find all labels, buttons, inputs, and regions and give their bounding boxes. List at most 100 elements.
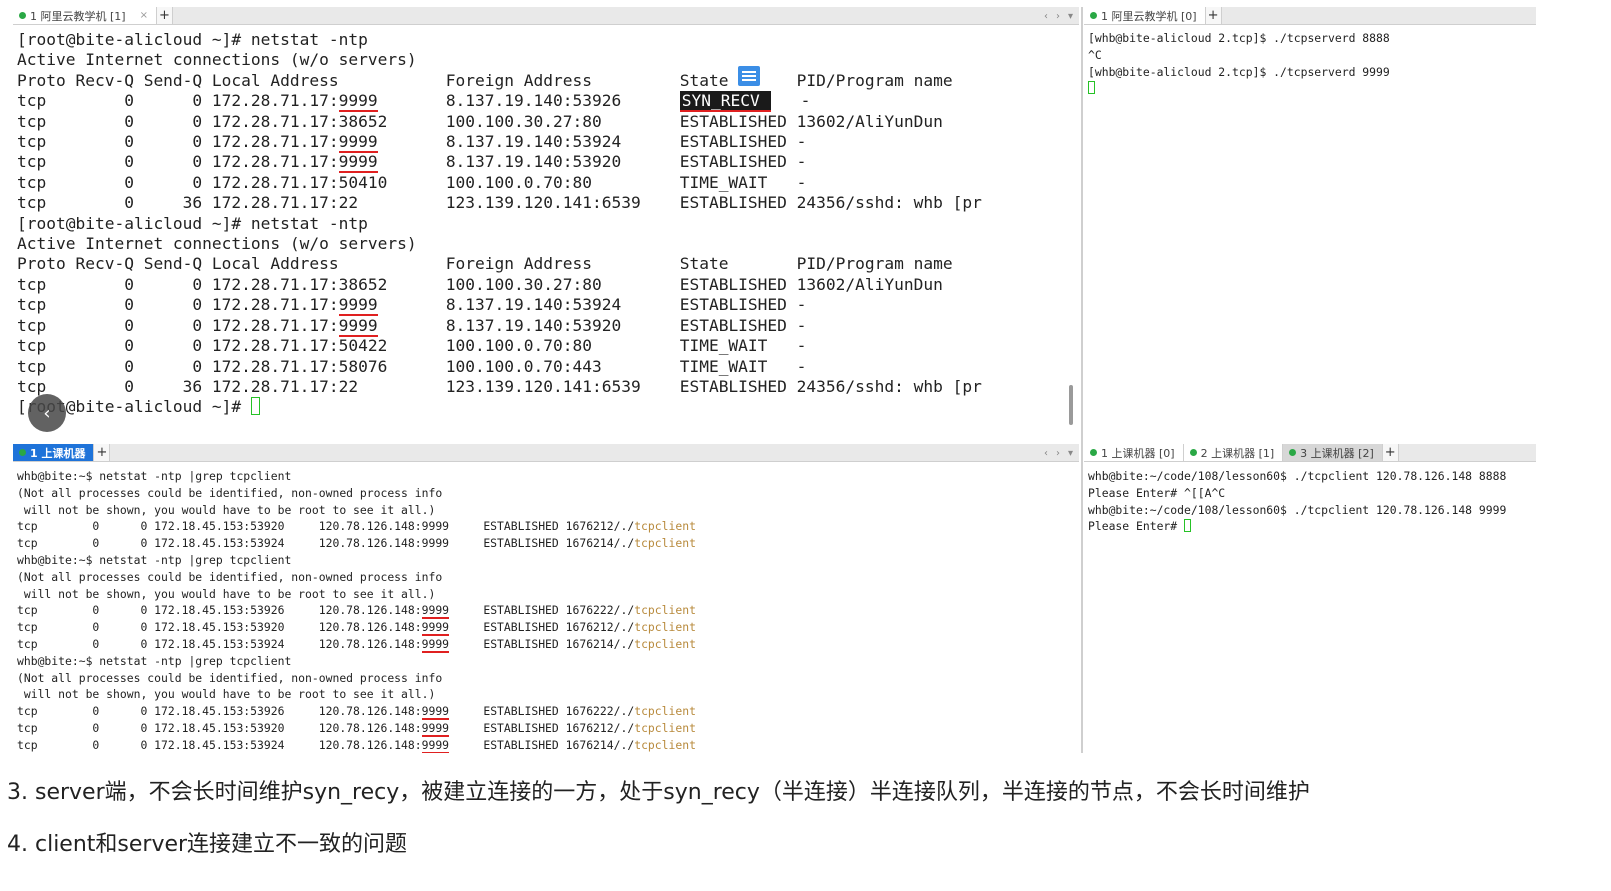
terminal-text: [root@bite-alicloud ~]# netstat -ntp — [17, 30, 368, 49]
terminal-text: tcp 0 0 172.28.71.17: — [17, 295, 339, 315]
terminal-pane-bottom-left[interactable]: 1 上课机器 + ‹ › ▾ whb@bite:~$ netstat -ntp … — [13, 444, 1079, 753]
chevron-right-icon[interactable]: › — [1056, 11, 1060, 22]
caption-point-3: 3. server端，不会长时间维护syn_recy，被建立连接的一方，处于sy… — [7, 780, 1310, 805]
tab-class-machine-2[interactable]: 3 上课机器 [2] — [1283, 444, 1383, 461]
terminal-text: Proto Recv-Q Send-Q Local Address Foreig… — [17, 70, 953, 90]
scrollbar-thumb[interactable] — [1069, 385, 1073, 425]
terminal-line: tcp 0 0 172.18.45.153:53920 120.78.126.1… — [17, 518, 1075, 535]
caption-point-4: 4. client和server连接建立不一致的问题 — [7, 832, 408, 857]
tab-aliyun-0[interactable]: 1 阿里云教学机 [0] — [1084, 7, 1206, 24]
terminal-output[interactable]: whb@bite:~/code/108/lesson60$ ./tcpclien… — [1088, 468, 1532, 753]
terminal-text: ESTABLISHED 1676212/./ — [449, 620, 635, 635]
terminal-line: tcp 0 0 172.18.45.153:53926 120.78.126.1… — [17, 703, 1075, 721]
terminal-line: whb@bite:~/code/108/lesson60$ ./tcpclien… — [1088, 502, 1532, 519]
tab-nav: ‹ › ▾ — [1044, 444, 1073, 462]
terminal-output[interactable]: [whb@bite-alicloud 2.tcp]$ ./tcpserverd … — [1088, 30, 1532, 440]
terminal-output[interactable]: [root@bite-alicloud ~]# netstat -ntp Acti… — [17, 30, 1075, 440]
terminal-pane-top-left[interactable]: 1 阿里云教学机 [1] × + ‹ › ▾ [root@bite-aliclo… — [13, 7, 1079, 440]
terminal-text: [whb@bite-alicloud 2.tcp]$ ./tcpserverd … — [1088, 31, 1390, 45]
terminal-output[interactable]: whb@bite:~$ netstat -ntp |grep tcpclient… — [17, 468, 1075, 753]
terminal-text: tcp 0 0 172.28.71.17:50410 100.100.0.70:… — [17, 172, 807, 192]
underlined-port: 9999 — [421, 720, 450, 737]
terminal-cursor — [1184, 519, 1192, 533]
chevron-right-icon[interactable]: › — [1056, 448, 1060, 459]
underlined-port: 9999 — [338, 91, 378, 113]
terminal-line: ^C — [1088, 47, 1532, 64]
underlined-port: 9999 — [421, 620, 450, 637]
tab-class-machine-1[interactable]: 1 上课机器 — [13, 444, 95, 461]
terminal-pane-bottom-right[interactable]: 1 上课机器 [0] 2 上课机器 [1] 3 上课机器 [2] + whb@b… — [1084, 444, 1536, 753]
terminal-line: tcp 0 0 172.28.71.17:9999 8.137.19.140:5… — [17, 152, 1075, 174]
tab-bar: 1 阿里云教学机 [0] + — [1084, 7, 1536, 25]
terminal-text: ESTABLISHED 1676214/./ — [449, 636, 635, 651]
add-tab-button[interactable]: + — [1382, 444, 1399, 461]
program-name: tcpclient — [634, 704, 696, 719]
terminal-text: (Not all processes could be identified, … — [17, 569, 443, 584]
tab-label: 3 上课机器 [2] — [1300, 446, 1374, 460]
terminal-text: tcp 0 36 172.28.71.17:22 123.139.120.141… — [17, 193, 982, 213]
terminal-text: will not be shown, you would have to be … — [17, 687, 436, 702]
tab-class-machine-0[interactable]: 1 上课机器 [0] — [1084, 444, 1184, 461]
terminal-line: tcp 0 0 172.28.71.17:9999 8.137.19.140:5… — [17, 295, 1075, 317]
close-icon[interactable]: × — [140, 10, 148, 21]
tab-label: 2 上课机器 [1] — [1200, 446, 1275, 460]
underlined-port: 9999 — [338, 132, 378, 154]
terminal-text: tcp 0 0 172.28.71.17: — [17, 91, 339, 111]
terminal-line: tcp 0 0 172.18.45.153:53924 120.78.126.1… — [17, 636, 1075, 653]
terminal-cursor — [250, 397, 260, 416]
terminal-text: (Not all processes could be identified, … — [17, 485, 443, 500]
add-tab-button[interactable]: + — [156, 7, 173, 24]
terminal-line: (Not all processes could be identified, … — [17, 569, 1075, 586]
back-button[interactable]: ‹ — [28, 394, 66, 432]
chevron-down-icon[interactable]: ▾ — [1068, 11, 1073, 22]
connected-status-icon — [19, 449, 26, 456]
terminal-text: tcp 0 0 172.28.71.17: — [17, 132, 339, 152]
terminal-line: Proto Recv-Q Send-Q Local Address Foreig… — [17, 254, 1075, 274]
terminal-line: tcp 0 0 172.18.45.153:53920 120.78.126.1… — [17, 720, 1075, 737]
terminal-line: whb@bite:~$ netstat -ntp |grep tcpclient — [17, 653, 1075, 670]
terminal-text: Active Internet connections (w/o servers… — [17, 50, 417, 70]
add-tab-button[interactable]: + — [1205, 7, 1222, 24]
terminal-text: [whb@bite-alicloud 2.tcp]$ ./tcpserverd … — [1088, 64, 1390, 79]
terminal-line: tcp 0 0 172.28.71.17:38652 100.100.30.27… — [17, 112, 1075, 132]
terminal-pane-top-right[interactable]: 1 阿里云教学机 [0] + [whb@bite-alicloud 2.tcp]… — [1084, 7, 1536, 440]
terminal-line: tcp 0 0 172.18.45.153:53924 120.78.126.1… — [17, 737, 1075, 753]
chevron-left-icon[interactable]: ‹ — [1044, 448, 1048, 459]
chevron-down-icon[interactable]: ▾ — [1068, 448, 1073, 459]
program-name: tcpclient — [634, 603, 696, 618]
terminal-line: tcp 0 36 172.28.71.17:22 123.139.120.141… — [17, 193, 1075, 213]
add-tab-button[interactable]: + — [94, 444, 111, 461]
terminal-text: tcp 0 0 172.28.71.17:50422 100.100.0.70:… — [17, 336, 807, 356]
terminal-line: whb@bite:~/code/108/lesson60$ ./tcpclien… — [1088, 468, 1532, 485]
terminal-line: [root@bite-alicloud ~]# netstat -ntp — [17, 214, 1075, 234]
chevron-left-icon[interactable]: ‹ — [1044, 11, 1048, 22]
terminal-text: tcp 0 0 172.18.45.153:53924 120.78.126.1… — [17, 636, 422, 651]
tab-aliyun-1[interactable]: 1 阿里云教学机 [1] × — [13, 7, 157, 24]
terminal-line: tcp 0 0 172.28.71.17:9999 8.137.19.140:5… — [17, 132, 1075, 154]
terminal-text: will not be shown, you would have to be … — [17, 586, 436, 601]
terminal-line: Active Internet connections (w/o servers… — [17, 234, 1075, 254]
terminal-line: whb@bite:~$ netstat -ntp |grep tcpclient — [17, 468, 1075, 485]
terminal-text: 8.137.19.140:53924 ESTABLISHED - — [377, 132, 807, 152]
terminal-line: tcp 0 0 172.28.71.17:58076 100.100.0.70:… — [17, 357, 1075, 377]
underlined-port: 9999 — [421, 636, 450, 653]
terminal-text: tcp 0 0 172.18.45.153:53924 120.78.126.1… — [17, 737, 422, 752]
underlined-port: 9999 — [338, 295, 378, 317]
tab-class-machine-1[interactable]: 2 上课机器 [1] — [1183, 444, 1284, 461]
terminal-text: whb@bite:~$ netstat -ntp |grep tcpclient — [17, 653, 292, 668]
terminal-line: will not be shown, you would have to be … — [17, 686, 1075, 703]
program-name: tcpclient — [634, 536, 696, 551]
terminal-line: (Not all processes could be identified, … — [17, 485, 1075, 502]
note-icon[interactable] — [738, 66, 760, 86]
terminal-text: 8.137.19.140:53920 ESTABLISHED - — [377, 152, 807, 172]
terminal-line: tcp 0 0 172.18.45.153:53920 120.78.126.1… — [17, 619, 1075, 637]
connected-status-icon — [19, 12, 26, 19]
tab-bar: 1 上课机器 + ‹ › ▾ — [13, 444, 1079, 462]
terminal-text: Proto Recv-Q Send-Q Local Address Foreig… — [17, 254, 953, 274]
terminal-text: tcp 0 0 172.28.71.17: — [17, 315, 339, 335]
connected-status-icon — [1189, 449, 1197, 456]
tab-label: 1 阿里云教学机 [1] — [30, 9, 126, 23]
terminal-text: tcp 0 0 172.18.45.153:53924 120.78.126.1… — [17, 536, 635, 551]
terminal-text: ESTABLISHED 1676212/./ — [449, 720, 635, 735]
pane-divider[interactable] — [1081, 7, 1083, 753]
